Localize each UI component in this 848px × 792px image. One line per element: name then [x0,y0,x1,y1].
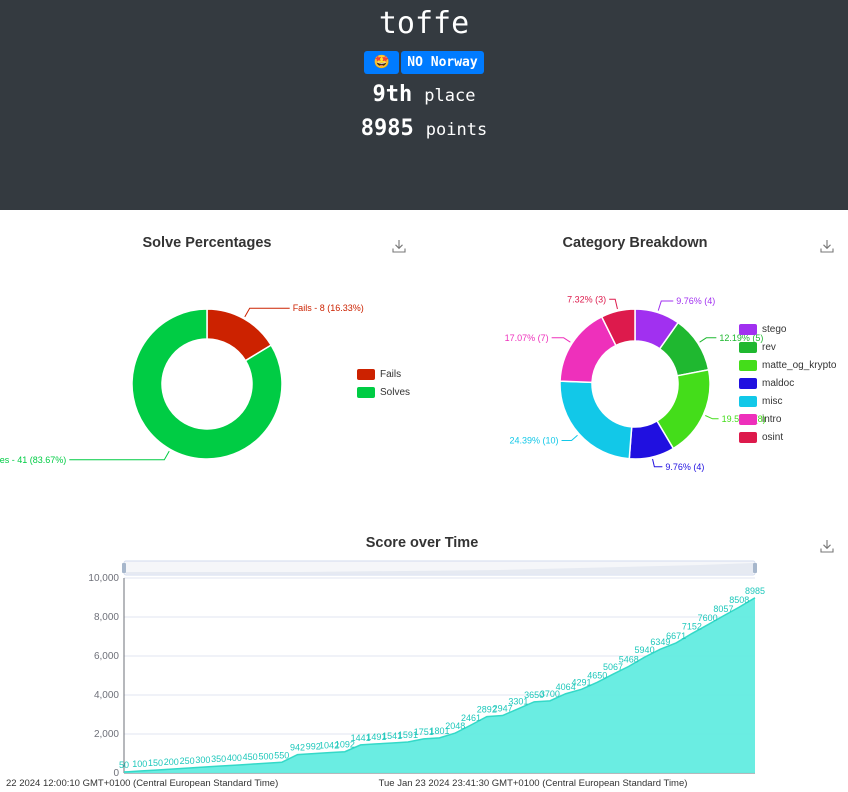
category-legend-item-intro[interactable]: intro [739,414,781,425]
team-badges: 🤩 NO Norway [0,51,848,74]
solve-label-line [69,450,170,461]
legend-label: stego [762,324,787,335]
score-data-label: 300 [195,755,210,765]
score-data-label: 6671 [666,631,686,641]
score-data-label: 200 [164,757,179,767]
category-legend-item-stego[interactable]: stego [739,324,786,335]
category-legend-item-osint[interactable]: osint [739,432,783,443]
legend-swatch [739,378,757,389]
category-label-line [652,458,663,468]
category-slice-misc[interactable] [559,380,633,460]
y-tick-label: 6,000 [94,651,119,662]
legend-label: osint [762,432,784,443]
category-legend-item-maldoc[interactable]: maldoc [739,378,794,389]
category-breakdown-title: Category Breakdown [562,235,708,251]
score-data-label: 50 [119,760,129,770]
score-data-label: 5468 [619,654,639,664]
solve-percentages-title: Solve Percentages [142,235,272,251]
category-label-line [705,415,719,420]
legend-label: Solves [380,387,411,398]
zoom-handle-right[interactable] [753,563,757,573]
category-label-line [551,337,571,343]
legend-label: misc [762,396,783,407]
place-label: place [424,86,476,106]
score-data-label: 942 [290,743,305,753]
score-data-label: 550 [274,750,289,760]
category-legend-item-rev[interactable]: rev [739,342,776,353]
score-area [124,597,755,773]
y-tick-label: 4,000 [94,690,119,701]
solve-slice-label: Solves - 41 (83.67%) [0,455,66,465]
download-icon[interactable] [820,239,834,253]
score-data-label: 150 [148,758,163,768]
legend-swatch [357,387,375,398]
category-slice-label: 24.39% (10) [510,436,559,446]
x-mid-label: Tue Jan 23 2024 23:41:30 GMT+0100 (Centr… [379,778,688,789]
y-tick-label: 10,000 [88,573,119,584]
legend-label: maldoc [762,378,795,389]
team-header: toffe 🤩 NO Norway 9th place 8985 points [0,0,848,210]
legend-swatch [739,432,757,443]
score-over-time-chart: 02,0004,0006,0008,00010,00050 100 150 200 25… [6,560,765,789]
category-slice-label: 9.76% (4) [676,296,715,306]
points-value: 8985 [360,116,414,141]
score-data-label: 8057 [713,604,733,614]
score-over-time-title: Score over Time [365,535,479,551]
score-data-label: 8985 [745,586,765,596]
legend-label: intro [762,414,782,425]
category-label-line [699,337,717,343]
y-tick-label: 8,000 [94,612,119,623]
legend-swatch [739,324,757,335]
score-data-label: 450 [243,752,258,762]
category-slice-label: 17.07% (7) [505,333,549,343]
score-data-label: 7152 [682,622,702,632]
download-icon[interactable] [820,539,834,553]
place-stat: 9th place [0,82,848,107]
category-label-line [609,298,618,310]
score-data-label: 8508 [729,595,749,605]
legend-label: rev [762,342,776,353]
score-data-label: 400 [227,753,242,763]
solve-legend-item-Fails[interactable]: Fails [357,369,401,380]
score-data-label: 500 [258,751,273,761]
solve-percentages-chart: Fails - 8 (16.33%) Solves - 41 (83.67%) [0,303,364,465]
legend-label: matte_og_krypto [762,360,837,371]
points-stat: 8985 points [0,116,848,141]
y-tick-label: 2,000 [94,729,119,740]
score-data-label: 7600 [698,613,718,623]
solve-legend-item-Solves[interactable]: Solves [357,387,410,398]
team-name: toffe [378,6,470,41]
place-value: 9th [372,82,413,107]
country-badge: NO Norway [401,51,484,74]
legend-swatch [739,360,757,371]
x-start-label: 22 2024 12:00:10 GMT+0100 (Central Europ… [6,778,278,789]
category-label-line [561,434,578,442]
category-legend-item-matte_og_krypto[interactable]: matte_og_krypto [739,360,837,371]
score-data-label: 350 [211,754,226,764]
category-slice-label: 7.32% (3) [567,294,606,304]
solve-slice-label: Fails - 8 (16.33%) [293,303,364,313]
category-legend-item-misc[interactable]: misc [739,396,783,407]
score-data-label: 250 [180,756,195,766]
zoom-handle-left[interactable] [122,563,126,573]
legend-swatch [357,369,375,380]
legend-swatch [739,414,757,425]
category-label-line [657,300,674,311]
category-slice-label: 9.76% (4) [665,462,704,472]
solve-label-line [244,307,290,318]
points-label: points [425,120,488,140]
download-icon[interactable] [392,239,406,253]
legend-swatch [739,342,757,353]
emoji-badge: 🤩 [364,51,400,74]
legend-swatch [739,396,757,407]
score-data-label: 100 [132,759,147,769]
legend-label: Fails [380,369,402,380]
